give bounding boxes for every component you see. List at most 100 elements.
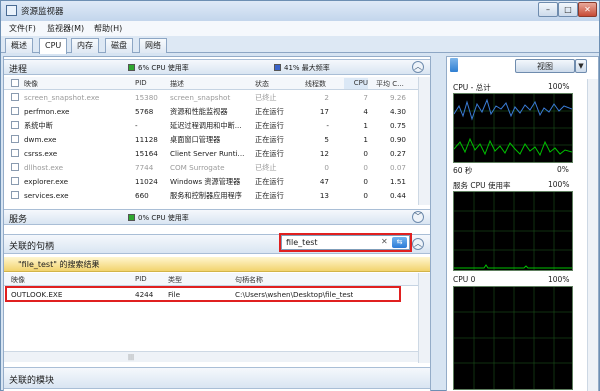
- close-button[interactable]: ✕: [578, 2, 597, 17]
- handle-col-image[interactable]: 映像: [11, 275, 25, 285]
- search-results-text: "file_test" 的搜索结果: [18, 260, 100, 269]
- view-dropdown[interactable]: 视图: [515, 59, 575, 73]
- process-row-checkbox[interactable]: [11, 135, 19, 143]
- col-cpu[interactable]: CPU: [344, 78, 368, 89]
- handle-row[interactable]: OUTLOOK.EXE 4244 File C:\Users\wshen\Des…: [4, 288, 418, 301]
- service-cpu-chart: [454, 192, 572, 270]
- search-refresh-icon[interactable]: ⇆: [392, 237, 407, 248]
- col-status[interactable]: 状态: [255, 79, 269, 89]
- process-row-checkbox[interactable]: [11, 191, 19, 199]
- resource-monitor-window: 资源监视器 – □ ✕ 文件(F) 监视器(M) 帮助(H) 概述 CPU 内存…: [0, 0, 600, 391]
- handle-col-name[interactable]: 句柄名称: [235, 275, 263, 285]
- handle-column-header: 映像 PID 类型 句柄名称: [4, 273, 418, 286]
- tab-disk[interactable]: 磁盘: [105, 38, 133, 53]
- service-cpu-max: 100%: [548, 180, 570, 189]
- select-all-checkbox[interactable]: [11, 79, 19, 87]
- process-row[interactable]: perfmon.exe 5768 资源和性能监视器 正在运行 17 4 4.30: [4, 105, 418, 118]
- tab-network[interactable]: 网络: [139, 38, 167, 53]
- menu-file[interactable]: 文件(F): [9, 23, 36, 34]
- process-row-checkbox[interactable]: [11, 107, 19, 115]
- modules-title: 关联的模块: [9, 376, 55, 386]
- proc-threads: 5: [324, 135, 329, 144]
- cpu0-label: CPU 0: [453, 275, 476, 284]
- proc-image: dwm.exe: [24, 135, 57, 144]
- search-results-banner: "file_test" 的搜索结果: [4, 257, 430, 272]
- proc-cpu: 0: [363, 149, 368, 158]
- process-row[interactable]: screen_snapshot.exe 15380 screen_snapshot 已…: [4, 91, 418, 104]
- col-description[interactable]: 描述: [170, 79, 184, 89]
- cpu0-graph: [453, 286, 573, 390]
- proc-cpu: 0: [363, 191, 368, 200]
- handles-title: 关联的句柄: [9, 242, 55, 252]
- proc-cpu: 1: [363, 135, 368, 144]
- process-row-checkbox[interactable]: [11, 121, 19, 129]
- services-cpu-usage: 0% CPU 使用率: [128, 213, 189, 223]
- handle-name: C:\Users\wshen\Desktop\file_test: [235, 290, 354, 299]
- proc-description: COM Surrogate: [170, 163, 225, 172]
- handle-type: File: [168, 290, 181, 299]
- maximize-button[interactable]: □: [558, 2, 578, 17]
- process-row-checkbox[interactable]: [11, 177, 19, 185]
- process-row-checkbox[interactable]: [11, 163, 19, 171]
- frequency-legend-icon: [274, 64, 281, 71]
- col-threads[interactable]: 线程数: [305, 79, 326, 89]
- process-row[interactable]: 系统中断 - 延迟过程调用和中断... 正在运行 - 1 0.75: [4, 119, 418, 132]
- clear-search-icon[interactable]: ✕: [381, 237, 388, 246]
- proc-status: 已终止: [255, 93, 277, 102]
- panel-toggle-icon[interactable]: [450, 58, 458, 72]
- proc-description: 延迟过程调用和中断...: [170, 121, 242, 130]
- proc-cpu: 1: [363, 121, 368, 130]
- proc-description: Windows 资源管理器: [170, 177, 241, 186]
- proc-threads: 17: [319, 107, 329, 116]
- process-row-checkbox[interactable]: [11, 149, 19, 157]
- title-bar[interactable]: 资源监视器 – □ ✕: [1, 1, 599, 21]
- proc-status: 正在运行: [255, 191, 284, 200]
- window-title: 资源监视器: [21, 7, 64, 17]
- graph-panel-scrollbar[interactable]: [587, 79, 598, 391]
- app-icon: [6, 5, 17, 16]
- proc-avg-cpu: 4.30: [389, 107, 406, 116]
- collapse-processes-icon[interactable]: ︿: [412, 61, 424, 73]
- col-avg-cpu[interactable]: 平均 C...: [376, 79, 404, 89]
- collapse-handles-icon[interactable]: ︿: [412, 238, 424, 250]
- view-dropdown-arrow-icon[interactable]: ▼: [575, 59, 587, 73]
- minimize-button[interactable]: –: [538, 2, 558, 17]
- proc-avg-cpu: 9.26: [389, 93, 406, 102]
- proc-cpu: 0: [363, 177, 368, 186]
- processes-section-header[interactable]: 进程 6% CPU 使用率 41% 最大频率 ︿: [4, 59, 430, 75]
- proc-pid: -: [135, 121, 138, 130]
- proc-avg-cpu: 1.51: [389, 177, 406, 186]
- col-image[interactable]: 映像: [24, 79, 38, 89]
- process-row[interactable]: csrss.exe 15164 Client Server Runti... 正在运行…: [4, 147, 418, 160]
- modules-section-header[interactable]: 关联的模块: [4, 367, 430, 389]
- tab-bar: 概述 CPU 内存 磁盘 网络: [1, 36, 599, 54]
- max-frequency-text: 41% 最大频率: [284, 64, 330, 72]
- process-row-checkbox[interactable]: [11, 93, 19, 101]
- process-row[interactable]: dwm.exe 11128 桌面窗口管理器 正在运行 5 1 0.90: [4, 133, 418, 146]
- proc-pid: 7744: [135, 163, 154, 172]
- handle-scrollbar[interactable]: [418, 273, 430, 363]
- proc-cpu: 7: [363, 93, 368, 102]
- handle-horizontal-scrollbar[interactable]: |||: [4, 351, 418, 362]
- service-cpu-label: 服务 CPU 使用率: [453, 181, 511, 190]
- tab-memory[interactable]: 内存: [71, 38, 99, 53]
- process-row[interactable]: services.exe 660 服务和控制器应用程序 正在运行 13 0 0.44: [4, 189, 418, 202]
- services-section-header[interactable]: 服务 0% CPU 使用率 ﹀: [4, 209, 430, 225]
- process-row[interactable]: dllhost.exe 7744 COM Surrogate 已终止 0 0 0.07: [4, 161, 418, 174]
- menu-monitor[interactable]: 监视器(M): [47, 23, 84, 34]
- handle-col-type[interactable]: 类型: [168, 275, 182, 285]
- service-cpu-graph: [453, 191, 573, 271]
- handle-search-input[interactable]: file_test ✕ ⇆: [281, 235, 410, 250]
- expand-services-icon[interactable]: ﹀: [412, 211, 424, 223]
- tab-overview[interactable]: 概述: [5, 38, 33, 53]
- process-row[interactable]: explorer.exe 11024 Windows 资源管理器 正在运行 47 0 1.5…: [4, 175, 418, 188]
- handle-col-pid[interactable]: PID: [135, 275, 147, 283]
- process-column-header: 映像 PID 描述 状态 线程数 CPU 平均 C...: [4, 77, 418, 90]
- cpu-total-graph: [453, 93, 573, 163]
- tab-cpu[interactable]: CPU: [39, 38, 68, 54]
- proc-description: screen_snapshot: [170, 93, 231, 102]
- process-scrollbar[interactable]: [418, 77, 430, 205]
- processes-title: 进程: [9, 65, 28, 75]
- col-pid[interactable]: PID: [135, 79, 147, 87]
- menu-help[interactable]: 帮助(H): [94, 23, 122, 34]
